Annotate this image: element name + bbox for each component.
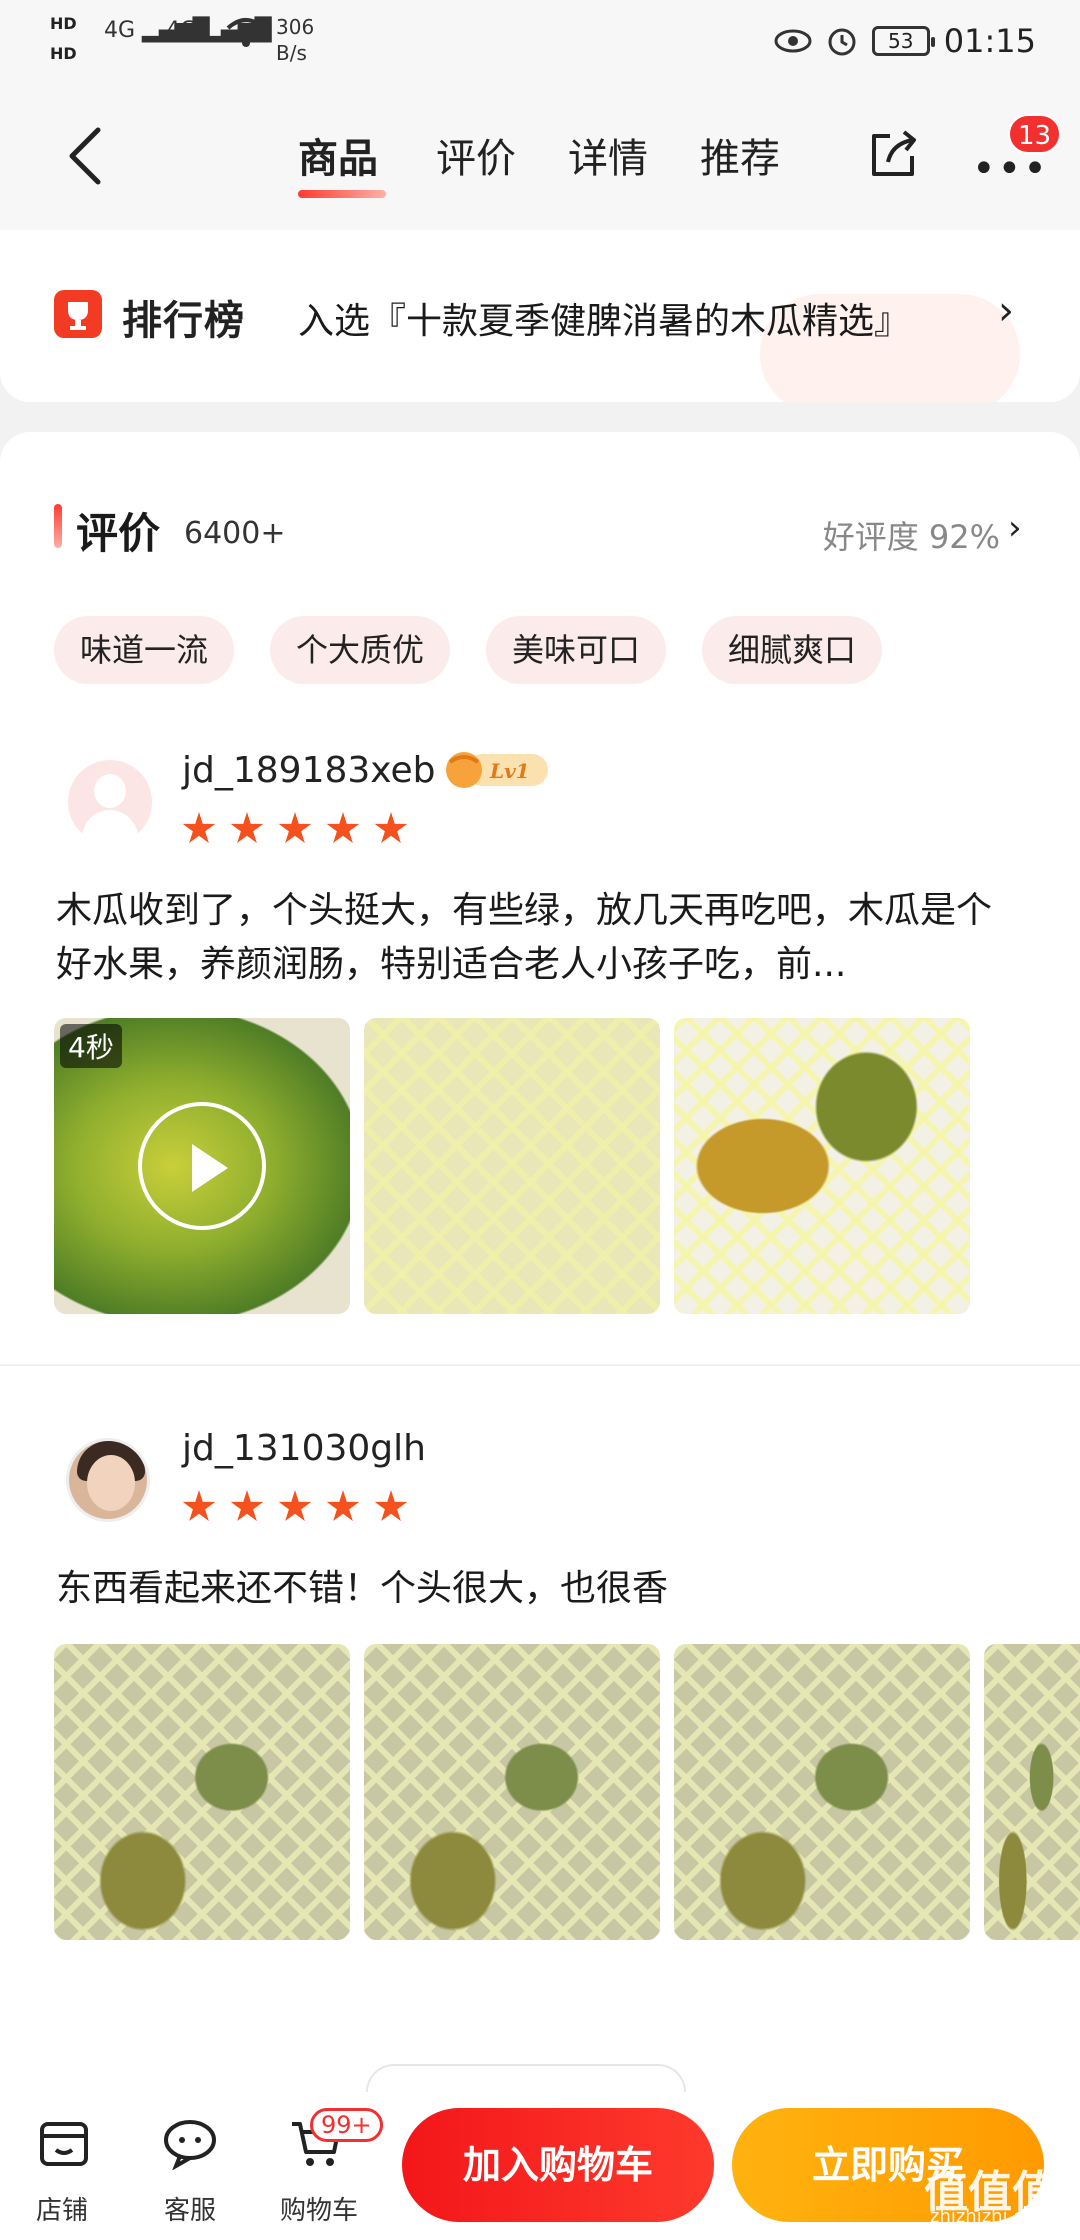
share-icon[interactable]: [866, 126, 922, 182]
chevron-right-icon[interactable]: ›: [1008, 508, 1022, 548]
eye-icon: [774, 29, 812, 53]
positive-rate[interactable]: 好评度 92%: [823, 512, 1000, 558]
hd-indicator-2: HD: [50, 44, 77, 63]
message-badge: 13: [1008, 114, 1062, 154]
star-icon: [374, 812, 408, 843]
star-icon: [182, 812, 216, 843]
review-video-thumbnail[interactable]: 4秒: [54, 1018, 350, 1314]
review-photo[interactable]: [364, 1018, 660, 1314]
back-arrow-icon[interactable]: [62, 124, 108, 188]
customer-service-icon[interactable]: [162, 2114, 218, 2170]
service-label[interactable]: 客服: [164, 2190, 216, 2227]
wifi-icon: [226, 16, 266, 56]
tab-product[interactable]: 商品: [298, 126, 378, 184]
review-photo[interactable]: [674, 1018, 970, 1314]
ranking-banner[interactable]: 排行榜 入选『十款夏季健脾消暑的木瓜精选』 ›: [0, 230, 1080, 402]
star-icon: [326, 1490, 360, 1521]
reviews-count: 6400+: [184, 516, 286, 551]
review-tag[interactable]: 个大质优: [270, 616, 451, 684]
reviews-section: 评价 6400+ 好评度 92% › 味道一流 个大质优 美味可口 细腻爽口 j…: [0, 432, 1080, 2092]
add-to-cart-button[interactable]: 加入购物车: [402, 2108, 714, 2222]
review-text[interactable]: 东西看起来还不错！个头很大，也很香: [56, 1562, 1016, 1616]
cart-badge: 99+: [310, 2108, 383, 2142]
clock: 01:15: [943, 22, 1036, 60]
network-speed: 306 B/s: [276, 15, 315, 65]
watermark-subtext: zhizhizhi.com: [930, 2206, 1052, 2227]
review-username: jd_131030glh: [182, 1428, 426, 1469]
star-icon: [182, 1490, 216, 1521]
alarm-icon: [828, 28, 856, 56]
star-icon: [374, 1490, 408, 1521]
divider: [0, 1364, 1080, 1366]
video-duration: 4秒: [60, 1024, 122, 1068]
section-accent-bar: [54, 504, 62, 548]
tab-reviews[interactable]: 评价: [436, 126, 516, 184]
play-icon[interactable]: [138, 1102, 266, 1230]
review-text[interactable]: 木瓜收到了，个头挺大，有些绿，放几天再吃吧，木瓜是个好水果，养颜润肠，特别适合老…: [56, 884, 1016, 992]
review-photo[interactable]: [54, 1644, 350, 1940]
review-photo[interactable]: [674, 1644, 970, 1940]
cart-label[interactable]: 购物车: [280, 2190, 358, 2227]
star-icon: [278, 812, 312, 843]
review-username: jd_189183xeb: [182, 750, 436, 791]
review-tag[interactable]: 味道一流: [54, 616, 235, 684]
review-tag[interactable]: 细腻爽口: [702, 616, 883, 684]
review-tag[interactable]: 美味可口: [486, 616, 667, 684]
store-icon[interactable]: [36, 2114, 92, 2170]
top-nav: 商品 评价 详情 推荐 ••• 13: [0, 80, 1080, 230]
hd-indicator-1: HD: [50, 14, 77, 33]
chevron-right-icon: ›: [998, 288, 1014, 334]
tab-recommend[interactable]: 推荐: [700, 126, 780, 184]
tab-details[interactable]: 详情: [568, 126, 648, 184]
level-badge-icon: Lv1: [446, 752, 548, 788]
svg-text:Lv1: Lv1: [489, 759, 530, 783]
bottom-action-bar: 店铺 客服 99+ 购物车 加入购物车 立即购买 值值值 zhizhizhi.c…: [0, 2092, 1080, 2240]
trophy-icon: [54, 290, 102, 338]
reviews-title: 评价: [76, 509, 161, 558]
tab-underline: [298, 190, 386, 198]
star-icon: [230, 1490, 264, 1521]
status-bar: HD HD 4G ▂▄▆█ 4G ▂▄▆█ 306 B/s 53 01:15: [0, 0, 1080, 80]
store-label[interactable]: 店铺: [36, 2190, 88, 2227]
star-icon: [326, 812, 360, 843]
avatar: [66, 1438, 150, 1522]
battery-icon: 53: [871, 26, 935, 56]
star-rating: [182, 812, 408, 846]
avatar: [68, 760, 152, 844]
star-icon: [278, 1490, 312, 1521]
status-right: 53 01:15: [774, 22, 1036, 60]
review-photo[interactable]: [984, 1644, 1080, 1940]
ranking-label: 排行榜: [122, 298, 245, 344]
star-rating: [182, 1490, 408, 1524]
star-icon: [230, 812, 264, 843]
ranking-text: 入选『十款夏季健脾消暑的木瓜精选』: [298, 301, 911, 342]
review-photo[interactable]: [364, 1644, 660, 1940]
